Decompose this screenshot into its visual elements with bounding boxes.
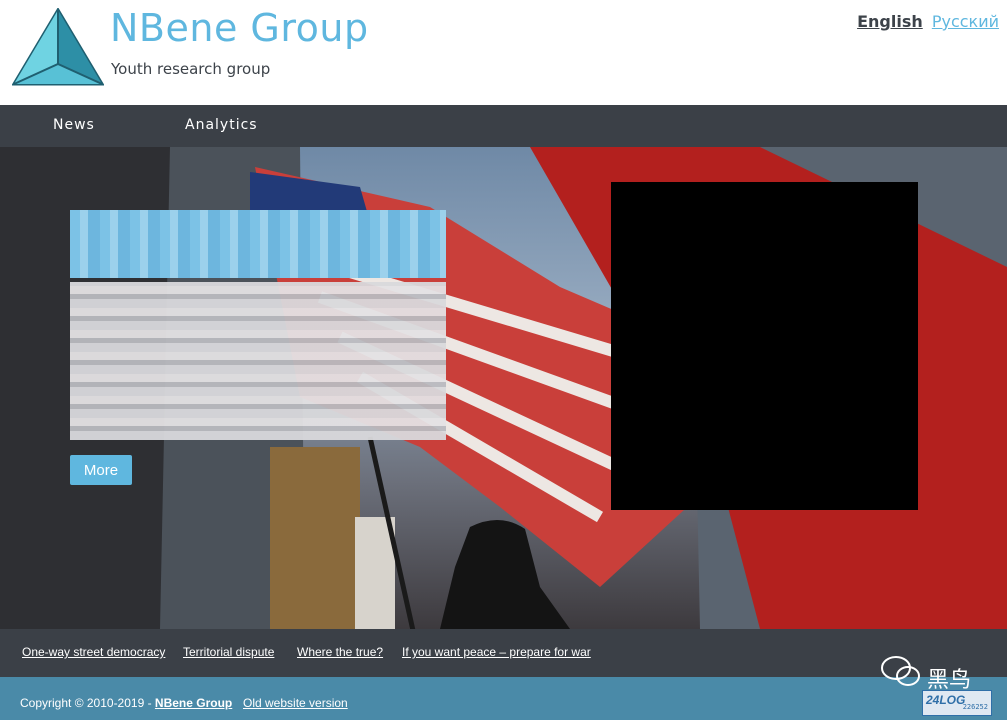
article-excerpt-redacted [70,282,446,440]
site-footer: Copyright © 2010-2019 - NBene Group Old … [0,677,1007,720]
lang-english-link[interactable]: English [857,12,923,31]
brand-subtitle: Youth research group [111,60,271,78]
pyramid-logo-icon[interactable] [12,8,104,88]
hero-banner: More [0,147,1007,629]
watermark-text: 黑鸟 [927,668,972,693]
nav-item-news[interactable]: News [53,117,95,133]
nav-item-analytics[interactable]: Analytics [185,117,258,133]
lang-russian-link[interactable]: Русский [932,12,999,31]
more-button[interactable]: More [70,455,132,485]
main-nav: News Analytics [0,105,1007,147]
copyright-prefix: Copyright © 2010-2019 - [20,696,155,710]
old-website-link[interactable]: Old website version [243,696,348,710]
counter-brand: 24LOG [926,693,966,707]
counter-number: 226252 [962,703,988,711]
copyright-text: Copyright © 2010-2019 - NBene Group [20,696,232,710]
language-switcher: English Русский [857,12,999,31]
featured-article-preview[interactable] [70,210,446,440]
company-link[interactable]: NBene Group [155,696,232,710]
link-territorial-dispute[interactable]: Territorial dispute [183,645,274,659]
site-header: NBene Group Youth research group English… [0,0,1007,105]
link-prepare-for-war[interactable]: If you want peace – prepare for war [402,645,591,659]
link-where-the-true[interactable]: Where the true? [297,645,383,659]
link-one-way-street-democracy[interactable]: One-way street democracy [22,645,165,659]
brand-title[interactable]: NBene Group [110,6,369,50]
redacted-image-block [611,182,918,510]
article-title-redacted [70,210,446,278]
article-links-bar: One-way street democracy Territorial dis… [0,629,1007,677]
